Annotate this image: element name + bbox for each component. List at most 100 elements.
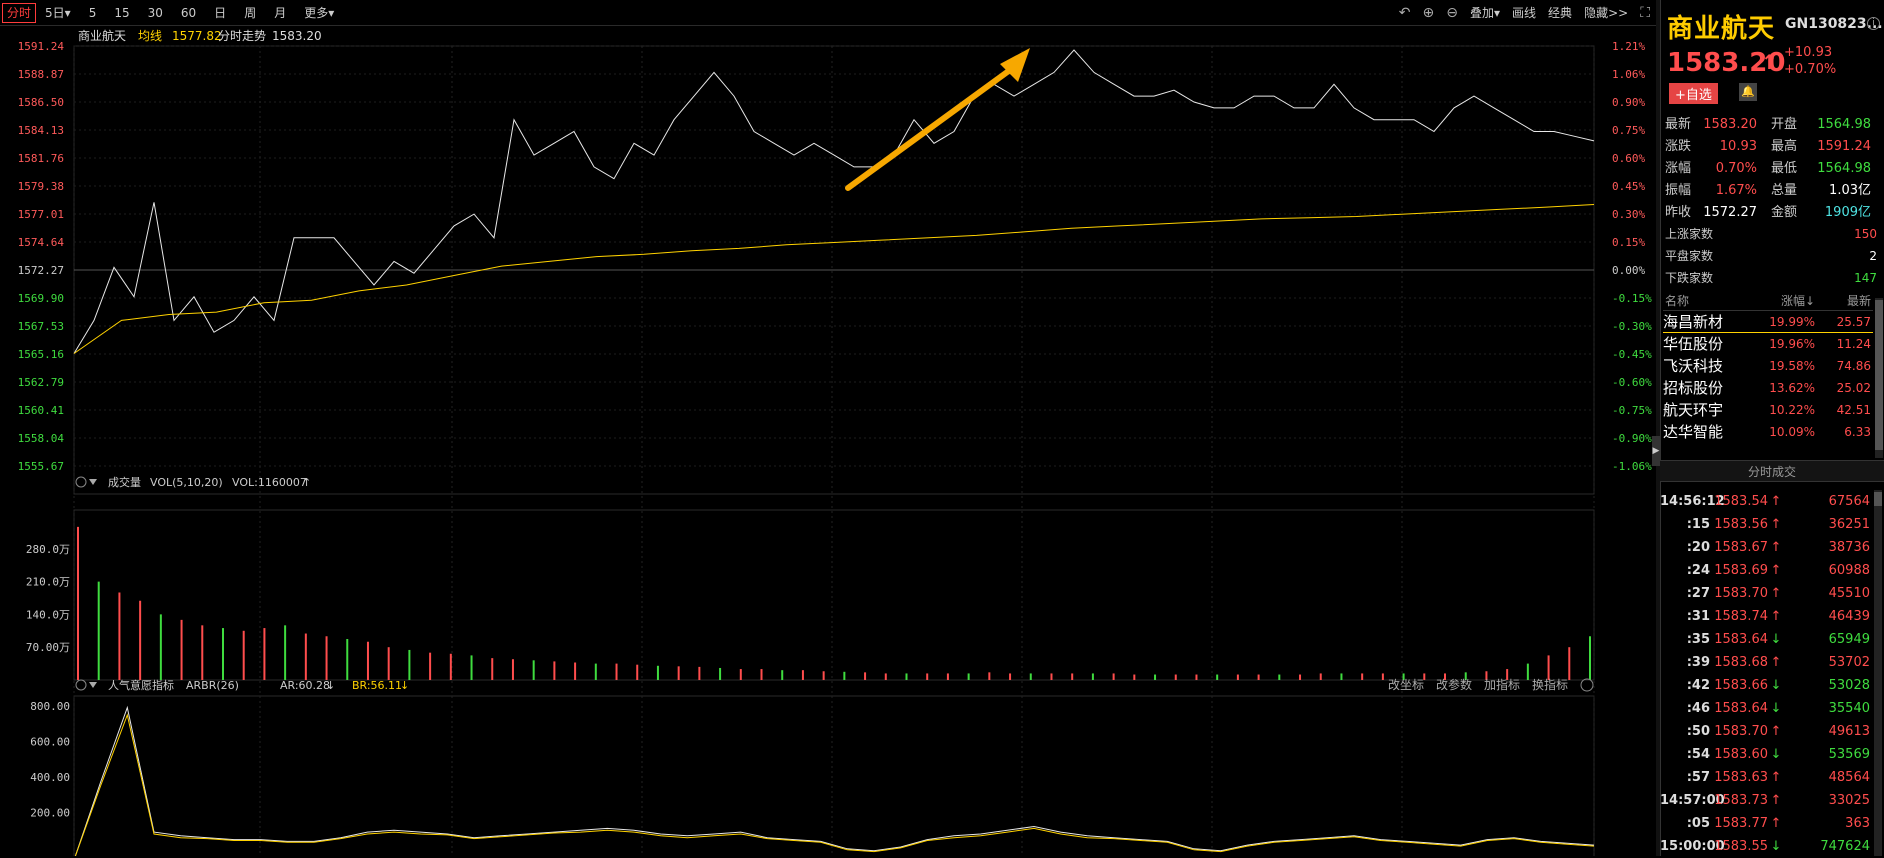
tick-volume: 65949 xyxy=(1828,632,1870,647)
tick-price: 1583.70 xyxy=(1714,724,1768,739)
count-label: 上涨家数 xyxy=(1665,227,1714,241)
dropdown-icon[interactable] xyxy=(89,682,97,688)
period-intraday-tab[interactable]: 分时 xyxy=(2,2,37,23)
quote-row: 振幅 1.67% 总量 1.03亿 xyxy=(1665,180,1881,202)
alert-bell-icon[interactable]: 🔔 xyxy=(1739,83,1757,101)
quote-row: 昨收 1572.27 金额 1909亿 xyxy=(1665,202,1881,224)
volume-panel-frame xyxy=(73,509,1595,681)
tick-arrow-icon: ↑ xyxy=(1770,724,1782,739)
tick-time: 15:00:00 xyxy=(1660,839,1725,854)
period-5day-tab[interactable]: 5日▾ xyxy=(36,0,80,26)
period-month-tab[interactable]: 月 xyxy=(265,0,295,26)
quote-value: 1572.27 xyxy=(1703,205,1757,220)
col-last[interactable]: 最新 xyxy=(1815,291,1871,310)
period-more-tab[interactable]: 更多▾ xyxy=(295,0,343,26)
constituent-last: 25.57 xyxy=(1836,315,1871,329)
switch-indicator-button[interactable]: 换指标 xyxy=(1532,677,1568,692)
pct-tick-label: 0.75% xyxy=(1612,124,1645,137)
change-value: +10.93 xyxy=(1784,45,1833,60)
tick-price: 1583.54 xyxy=(1714,494,1768,509)
volume-tick-label: 210.0万 xyxy=(26,576,70,589)
constituent-row[interactable]: 华伍股份 19.96% 11.24 xyxy=(1663,333,1873,355)
period-15min-tab[interactable]: 15 xyxy=(105,0,138,26)
change-axis-button[interactable]: 改坐标 xyxy=(1388,678,1424,692)
quote-value: 1.67% xyxy=(1715,183,1757,198)
classic-button[interactable]: 经典 xyxy=(1542,0,1578,26)
count-row: 上涨家数 150 xyxy=(1665,223,1877,245)
constituent-row[interactable]: 达华智能 10.09% 6.33 xyxy=(1663,421,1873,443)
tick-time: :42 xyxy=(1686,678,1710,693)
change-params-button[interactable]: 改参数 xyxy=(1436,677,1472,692)
volume-title: 成交量 xyxy=(108,475,141,489)
tick-arrow-icon: ↑ xyxy=(1770,586,1782,601)
collapse-panel-button[interactable]: ▶ xyxy=(1652,436,1660,466)
add-watchlist-button[interactable]: +自选 xyxy=(1669,83,1718,104)
constituent-name: 招标股份 xyxy=(1663,379,1724,397)
pct-tick-label: 1.21% xyxy=(1612,40,1645,53)
help-icon[interactable] xyxy=(75,476,87,488)
pct-tick-label: -0.60% xyxy=(1612,376,1652,389)
constituent-row[interactable]: 海昌新材 19.99% 25.57 xyxy=(1663,311,1873,333)
tick-volume: 46439 xyxy=(1828,609,1870,624)
price-tick-label: 1560.41 xyxy=(18,404,64,417)
pct-tick-label: -0.75% xyxy=(1612,404,1652,417)
draw-button[interactable]: 画线 xyxy=(1506,0,1542,26)
info-icon[interactable]: i xyxy=(1867,17,1880,30)
quote-value: 1583.20 xyxy=(1703,117,1757,132)
price-tick-label: 1567.53 xyxy=(18,320,64,333)
constituent-last: 11.24 xyxy=(1836,337,1871,351)
constituent-name: 飞沃科技 xyxy=(1663,357,1724,375)
change-percent: +0.70% xyxy=(1784,62,1837,77)
quote-value: 1564.98 xyxy=(1817,117,1871,132)
list-scrollbar[interactable] xyxy=(1875,298,1883,458)
dropdown-icon[interactable] xyxy=(89,479,97,485)
chart-canvas[interactable]: 1591.24 1.21% 1588.87 1.06% 1586.50 0.90% 1584… xyxy=(0,26,1656,856)
zoom-out-icon[interactable]: ⊖ xyxy=(1440,5,1464,21)
tick-row: :31 1583.74 ↑ 46439 xyxy=(1660,605,1880,628)
hide-button[interactable]: 隐藏>> xyxy=(1578,0,1634,26)
trend-label: 分时走势 xyxy=(218,29,266,43)
ticks-scrollbar[interactable] xyxy=(1874,490,1882,856)
tick-volume: 747624 xyxy=(1820,839,1870,854)
arbr-tick-label: 400.00 xyxy=(30,771,70,784)
constituent-row[interactable]: 飞沃科技 19.58% 74.86 xyxy=(1663,355,1873,377)
period-week-tab[interactable]: 周 xyxy=(235,0,265,26)
br-arrow-icon: ↓ xyxy=(400,679,409,692)
add-indicator-button[interactable]: 加指标 xyxy=(1484,677,1520,692)
overlay-button[interactable]: 叠加▾ xyxy=(1464,0,1506,26)
period-30min-tab[interactable]: 30 xyxy=(139,0,172,26)
price-tick-label: 1555.67 xyxy=(18,460,64,473)
constituent-name: 华伍股份 xyxy=(1663,335,1724,353)
tick-volume: 53702 xyxy=(1828,655,1870,670)
constituent-row[interactable]: 招标股份 13.62% 25.02 xyxy=(1663,377,1873,399)
col-name[interactable]: 名称 xyxy=(1663,291,1753,310)
tick-volume: 36251 xyxy=(1828,517,1870,532)
undo-icon[interactable]: ↶ xyxy=(1393,5,1417,21)
period-5min-tab[interactable]: 5 xyxy=(80,0,106,26)
scrollbar-thumb[interactable] xyxy=(1874,492,1882,506)
constituent-last: 42.51 xyxy=(1836,403,1871,417)
intraday-chart[interactable]: 1591.24 1.21% 1588.87 1.06% 1586.50 0.90% 1584… xyxy=(0,26,1656,856)
scrollbar-thumb[interactable] xyxy=(1875,300,1883,450)
tick-row: :20 1583.67 ↑ 38736 xyxy=(1660,536,1880,559)
tick-row: :35 1583.64 ↓ 65949 xyxy=(1660,628,1880,651)
arbr-tick-label: 600.00 xyxy=(30,736,70,749)
annotation-arrow-shaft xyxy=(845,67,1013,191)
tick-row: :15 1583.56 ↑ 36251 xyxy=(1660,513,1880,536)
zoom-in-icon[interactable]: ⊕ xyxy=(1417,5,1441,21)
period-60min-tab[interactable]: 60 xyxy=(172,0,205,26)
constituent-row[interactable]: 航天环宇 10.22% 42.51 xyxy=(1663,399,1873,421)
quote-label: 最新 xyxy=(1665,117,1692,132)
help-icon[interactable] xyxy=(75,679,87,691)
quote-row: 涨幅 0.70% 最低 1564.98 xyxy=(1665,158,1881,180)
tick-volume: 53569 xyxy=(1828,747,1870,762)
close-indicator-icon[interactable] xyxy=(1580,678,1594,692)
tick-arrow-icon: ↑ xyxy=(1770,770,1782,785)
price-tick-label: 1569.90 xyxy=(18,292,64,305)
quote-label: 开盘 xyxy=(1771,117,1798,132)
constituent-name: 航天环宇 xyxy=(1663,401,1724,419)
fullscreen-icon[interactable]: ⛶ xyxy=(1634,5,1656,21)
period-day-tab[interactable]: 日 xyxy=(205,0,235,26)
tick-arrow-icon: ↑ xyxy=(1770,540,1782,555)
col-pct[interactable]: 涨幅↓ xyxy=(1753,291,1815,310)
